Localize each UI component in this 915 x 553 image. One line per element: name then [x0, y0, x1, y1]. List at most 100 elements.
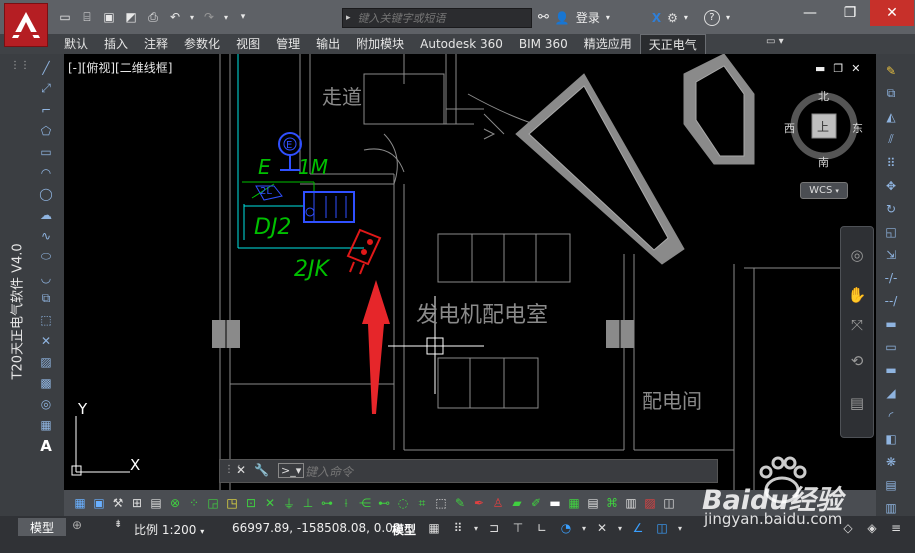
region-icon[interactable]: ◎ [36, 394, 56, 413]
tab-insert[interactable]: 插入 [96, 34, 136, 54]
isodraft-dropdown-icon[interactable]: ▾ [616, 519, 624, 537]
snap-dropdown-icon[interactable]: ▾ [472, 519, 480, 537]
socket-icon[interactable]: ⊷ [376, 493, 392, 513]
viewport-restore-icon[interactable]: ❐ [833, 62, 843, 75]
viewport-close-icon[interactable]: ✕ [851, 62, 860, 75]
annotation-icon[interactable]: ◌ [395, 493, 411, 513]
stretch-icon[interactable]: ⇲ [880, 244, 902, 265]
arrange-icon[interactable]: ⁘ [186, 493, 202, 513]
conduit-icon[interactable]: ⊶ [319, 493, 335, 513]
make-block-icon[interactable]: ⬚ [36, 310, 56, 329]
erase-icon[interactable]: ✎ [880, 60, 902, 81]
saveas-icon[interactable]: ◩ [122, 8, 140, 26]
login-dropdown-icon[interactable]: ▾ [606, 13, 610, 22]
steering-wheel-icon[interactable]: ◎ [847, 245, 867, 265]
pen-icon[interactable]: ✎ [452, 493, 468, 513]
breaker-icon[interactable]: ⋲ [357, 493, 373, 513]
binoculars-icon[interactable]: ⚯ [538, 10, 549, 25]
point-icon[interactable]: ✕ [36, 331, 56, 350]
search-input[interactable] [353, 11, 531, 25]
polyline-icon[interactable]: ⌐ [36, 100, 56, 119]
tab-autodesk360[interactable]: Autodesk 360 [412, 34, 511, 54]
line-icon[interactable]: ╱ [36, 58, 56, 77]
tab-tianzheng-electric[interactable]: 天正电气 [639, 34, 706, 54]
command-input[interactable] [303, 463, 707, 481]
ribbon-minimize-button[interactable]: ▭ ▾ [766, 36, 784, 47]
construction-line-icon[interactable]: ⤢ [36, 79, 56, 98]
object-snap-tracking-icon[interactable]: ∠ [628, 519, 648, 537]
chamfer-icon[interactable]: ◢ [880, 382, 902, 403]
polar-icon[interactable]: ◔ [556, 519, 576, 537]
lightning-icon[interactable]: ⟊ [338, 493, 354, 513]
redo-icon[interactable]: ↷ [200, 8, 218, 26]
array-icon[interactable]: ⠿ [880, 152, 902, 173]
restore-button[interactable]: ❐ [830, 0, 870, 26]
customize-dropdown-icon[interactable]: ▾ [234, 8, 252, 26]
tab-bim360[interactable]: BIM 360 [511, 34, 576, 54]
switch-icon[interactable]: ⊡ [243, 493, 259, 513]
command-close-icon[interactable]: ✕ [236, 463, 246, 477]
zoom-extents-icon[interactable]: ⤧ [847, 315, 867, 335]
compass-east[interactable]: 东 [852, 120, 863, 136]
annotation-scale[interactable]: 比例 1:200 ▾ [134, 521, 204, 538]
ground-icon[interactable]: ⏚ [281, 493, 297, 513]
dynamic-input-icon[interactable]: ⊤ [508, 519, 528, 537]
undo-icon[interactable]: ↶ [166, 8, 184, 26]
block-lib-icon[interactable]: ▤ [148, 493, 164, 513]
print-icon[interactable]: ⎙ [144, 8, 162, 26]
join-icon[interactable]: ▬ [880, 359, 902, 380]
tab-default[interactable]: 默认 [56, 34, 96, 54]
exchange-icon[interactable]: X [652, 11, 661, 25]
ellipse-arc-icon[interactable]: ◡ [36, 268, 56, 287]
break-at-point-icon[interactable]: ▬ [880, 313, 902, 334]
calc-icon[interactable]: ⌘ [604, 493, 620, 513]
model-space-toggle[interactable]: 模型 [392, 521, 416, 538]
viewcube-top-face[interactable]: 上 [817, 118, 829, 135]
tab-featured-apps[interactable]: 精选应用 [576, 34, 640, 54]
orbit-icon[interactable]: ⟲ [847, 351, 867, 371]
circle-icon[interactable]: ◯ [36, 184, 56, 203]
wcs-menu-button[interactable]: WCS ▾ [800, 182, 848, 199]
open-icon[interactable]: ⌸ [78, 8, 96, 26]
save-icon[interactable]: ▣ [100, 8, 118, 26]
text-style-icon[interactable]: ▨ [642, 493, 658, 513]
fill-icon[interactable]: ▰ [509, 493, 525, 513]
tab-view[interactable]: 视图 [228, 34, 268, 54]
scale-icon[interactable]: ◱ [880, 221, 902, 242]
offset-icon[interactable]: ⫽ [880, 129, 902, 150]
redo-dropdown-icon[interactable]: ▾ [222, 8, 230, 26]
dim-icon[interactable]: ⌗ [414, 493, 430, 513]
distribution-box-icon[interactable]: ◲ [205, 493, 221, 513]
polygon-icon[interactable]: ⬠ [36, 121, 56, 140]
trim-icon[interactable]: -/- [880, 267, 902, 288]
spline-icon[interactable]: ∿ [36, 226, 56, 245]
pan-icon[interactable]: ✋ [847, 285, 867, 305]
search-box[interactable]: ▸ [342, 8, 532, 28]
fillet-icon[interactable]: ◜ [880, 405, 902, 426]
compass-west[interactable]: 西 [784, 120, 795, 136]
viewcube[interactable]: 北 南 东 西 上 [784, 90, 863, 169]
palette-grip[interactable]: ⋮⋮ [10, 60, 30, 80]
help-icon[interactable]: ? [703, 9, 720, 26]
tab-annotate[interactable]: 注释 [136, 34, 176, 54]
minimize-button[interactable]: — [790, 0, 830, 26]
layer-manager-icon[interactable]: ▦ [72, 493, 88, 513]
arc-icon[interactable]: ◠ [36, 163, 56, 182]
layer-state-icon[interactable]: ⊞ [129, 493, 145, 513]
help-dropdown-icon[interactable]: ▾ [726, 13, 730, 22]
viewport-controls-label[interactable]: [-][俯视][二维线框] [68, 59, 172, 76]
property-tool-icon[interactable]: ⚒ [110, 493, 126, 513]
tab-parametric[interactable]: 参数化 [176, 34, 228, 54]
layout-menu-icon[interactable]: ⇟ [114, 519, 122, 530]
table-icon[interactable]: ▦ [36, 415, 56, 434]
isodraft-icon[interactable]: ✕ [592, 519, 612, 537]
save-drawing-icon[interactable]: ▣ [91, 493, 107, 513]
rotate-icon[interactable]: ↻ [880, 198, 902, 219]
gradient-icon[interactable]: ▩ [36, 373, 56, 392]
undo-dropdown-icon[interactable]: ▾ [188, 8, 196, 26]
new-icon[interactable]: ▭ [56, 8, 74, 26]
mirror-icon[interactable]: ◭ [880, 106, 902, 127]
object-snap-icon[interactable]: ◫ [652, 519, 672, 537]
revision-cloud-icon[interactable]: ☁ [36, 205, 56, 224]
grid-icon[interactable]: ▦ [424, 519, 444, 537]
